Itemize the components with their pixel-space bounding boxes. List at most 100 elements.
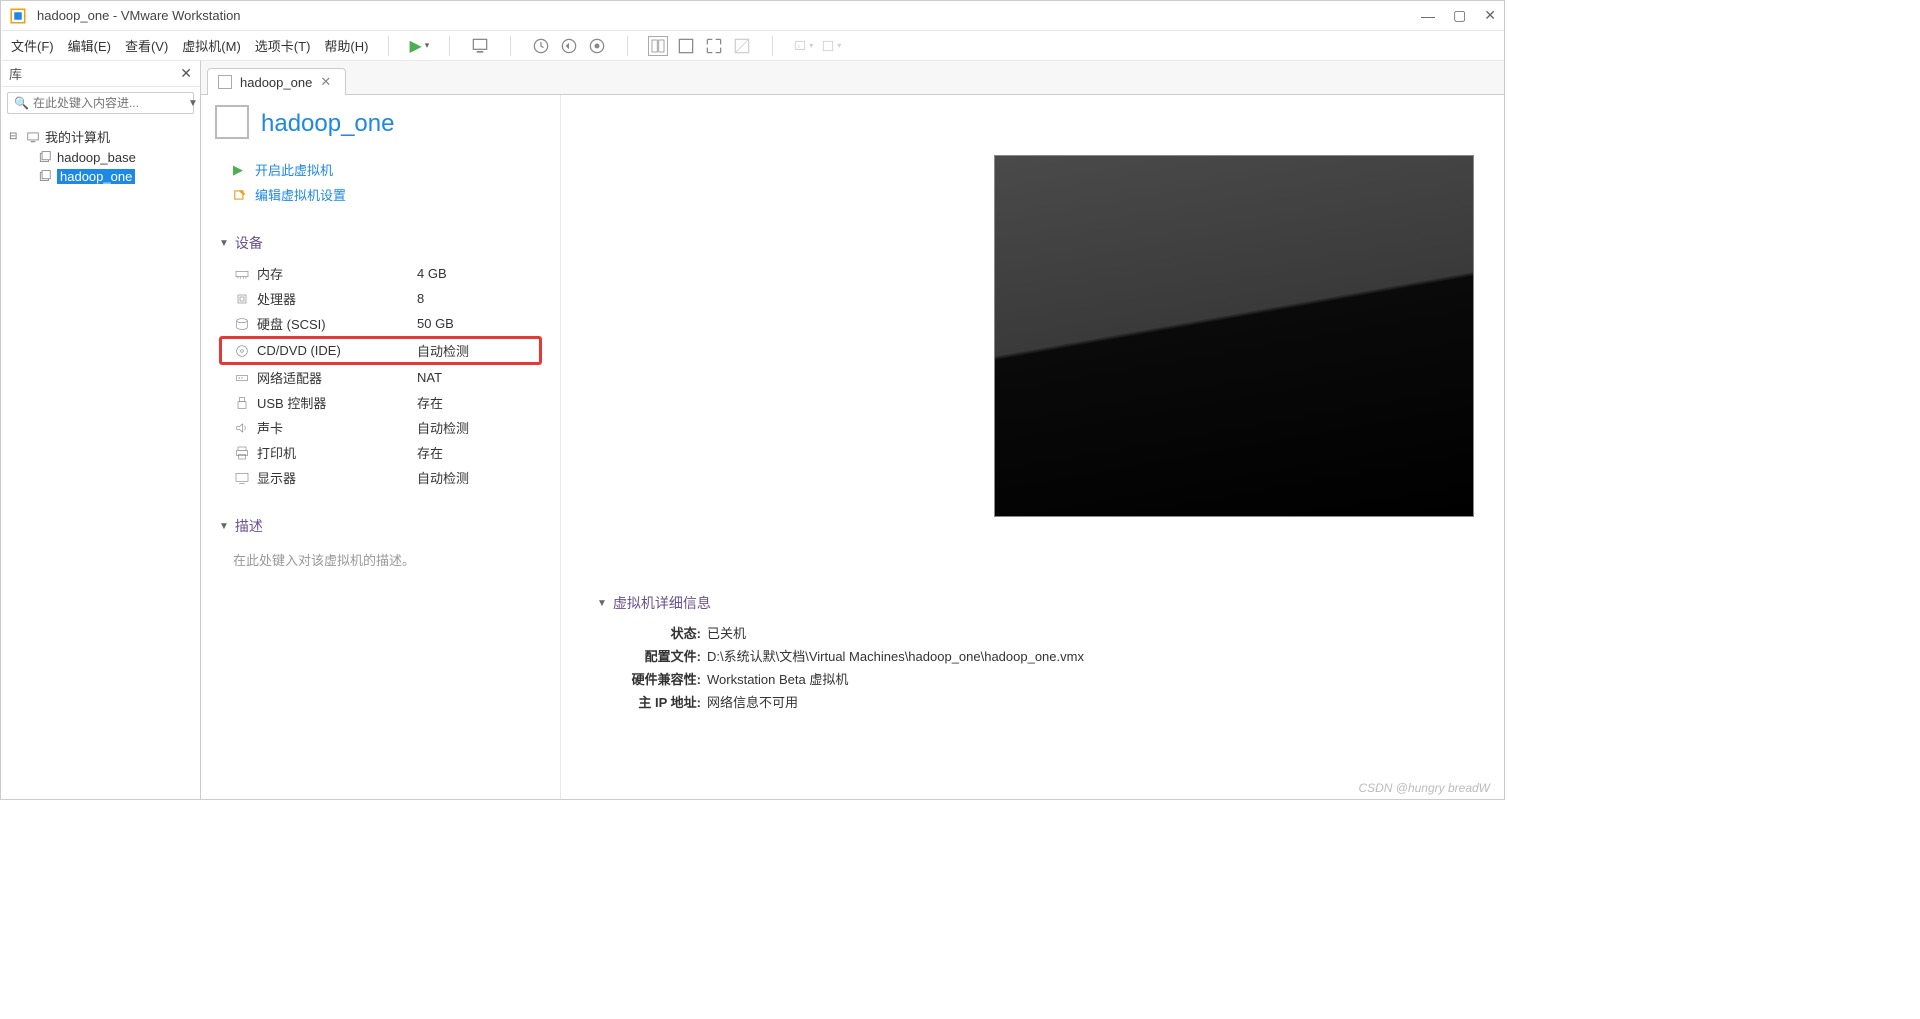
power-on-label: 开启此虚拟机 (255, 160, 333, 179)
app-window: hadoop_one - VMware Workstation — ▢ ✕ 文件… (0, 0, 1505, 800)
tree-item-hadoop-base[interactable]: hadoop_base (5, 148, 196, 167)
window-controls: — ▢ ✕ (1421, 7, 1496, 24)
snapshot-revert-icon[interactable] (559, 36, 579, 56)
unity-icon[interactable] (732, 36, 752, 56)
search-input[interactable] (33, 96, 188, 110)
hw-row-cpu[interactable]: 处理器 8 (219, 286, 542, 311)
description-section-header[interactable]: ▼ 描述 (219, 516, 542, 536)
detail-row-compat: 硬件兼容性: Workstation Beta 虚拟机 (617, 667, 1474, 690)
edit-settings-icon (233, 188, 247, 202)
window-title: hadoop_one - VMware Workstation (37, 8, 1421, 23)
vm-tree: ⊟ 我的计算机 hadoop_base hadoop_one (1, 119, 200, 192)
vm-icon (37, 170, 53, 184)
hw-name: 打印机 (257, 443, 417, 462)
vm-icon (37, 151, 53, 165)
devices-header-label: 设备 (235, 233, 263, 253)
hw-value: 4 GB (417, 266, 447, 281)
hw-value: 自动检测 (417, 418, 469, 437)
tree-item-hadoop-one[interactable]: hadoop_one (5, 167, 196, 186)
menubar: 文件(F) 编辑(E) 查看(V) 虚拟机(M) 选项卡(T) 帮助(H) ▶ (1, 31, 1504, 61)
detail-label: 主 IP 地址: (617, 692, 701, 711)
stretch-icon[interactable] (821, 36, 841, 56)
hw-row-printer[interactable]: 打印机 存在 (219, 440, 542, 465)
detail-row-config: 配置文件: D:\系统认默\文档\Virtual Machines\hadoop… (617, 644, 1474, 667)
sidebar-close-icon[interactable]: ✕ (180, 65, 192, 82)
single-view-icon[interactable] (676, 36, 696, 56)
hw-name: USB 控制器 (257, 393, 417, 412)
detail-label: 状态: (617, 623, 701, 642)
power-on-link[interactable]: ▶ 开启此虚拟机 (219, 157, 542, 182)
vm-tab-icon (218, 75, 232, 89)
toolbar-separator (627, 36, 628, 56)
tile-view-icon[interactable] (648, 36, 668, 56)
menu-help[interactable]: 帮助(H) (324, 36, 368, 55)
detail-row-state: 状态: 已关机 (617, 621, 1474, 644)
sidebar-header: 库 ✕ (1, 61, 200, 87)
hw-row-display[interactable]: 显示器 自动检测 (219, 465, 542, 490)
menu-tabs[interactable]: 选项卡(T) (255, 36, 311, 55)
menu-file[interactable]: 文件(F) (11, 36, 54, 55)
hw-row-cddvd[interactable]: CD/DVD (IDE) 自动检测 (219, 336, 542, 365)
vm-screen-preview[interactable] (994, 155, 1474, 517)
main-area: 库 ✕ 🔍 ▼ ⊟ 我的计算机 hadoop_base (1, 61, 1504, 799)
edit-settings-link[interactable]: 编辑虚拟机设置 (219, 182, 542, 207)
menu-edit[interactable]: 编辑(E) (68, 36, 111, 55)
hw-name: 声卡 (257, 418, 417, 437)
detail-label: 硬件兼容性: (617, 669, 701, 688)
menu-view[interactable]: 查看(V) (125, 36, 168, 55)
vm-left-column: hadoop_one ▶ 开启此虚拟机 编辑虚拟机设置 ▼ 设备 (201, 95, 561, 799)
tree-item-label: hadoop_one (57, 169, 135, 184)
hw-row-network[interactable]: 网络适配器 NAT (219, 365, 542, 390)
cd-icon (233, 343, 251, 359)
vm-large-icon (219, 109, 249, 139)
snapshot-take-icon[interactable] (531, 36, 551, 56)
hw-row-sound[interactable]: 声卡 自动检测 (219, 415, 542, 440)
search-icon: 🔍 (14, 96, 29, 110)
hw-value: 存在 (417, 443, 443, 462)
send-ctrl-alt-del-icon[interactable] (470, 36, 490, 56)
description-placeholder[interactable]: 在此处键入对该虚拟机的描述。 (219, 544, 542, 569)
details-section-header[interactable]: ▼ 虚拟机详细信息 (591, 593, 1474, 613)
hw-row-usb[interactable]: USB 控制器 存在 (219, 390, 542, 415)
collapse-triangle-icon: ▼ (219, 521, 229, 532)
library-search[interactable]: 🔍 ▼ (7, 92, 194, 114)
fullscreen-icon[interactable] (704, 36, 724, 56)
library-sidebar: 库 ✕ 🔍 ▼ ⊟ 我的计算机 hadoop_base (1, 61, 201, 799)
hw-value: 自动检测 (417, 341, 469, 360)
power-on-button[interactable]: ▶ (409, 36, 429, 56)
toolbar-separator (449, 36, 450, 56)
titlebar: hadoop_one - VMware Workstation — ▢ ✕ (1, 1, 1504, 31)
devices-section-header[interactable]: ▼ 设备 (219, 233, 542, 253)
collapse-triangle-icon: ▼ (219, 238, 229, 249)
collapse-icon[interactable]: ⊟ (9, 131, 21, 142)
detail-value: 已关机 (707, 623, 746, 642)
snapshot-manage-icon[interactable] (587, 36, 607, 56)
menu-vm[interactable]: 虚拟机(M) (182, 36, 241, 55)
computer-icon (25, 130, 41, 144)
search-dropdown-icon[interactable]: ▼ (188, 98, 198, 109)
vm-title-row: hadoop_one (219, 109, 542, 139)
minimize-button[interactable]: — (1421, 8, 1435, 24)
detail-value: D:\系统认默\文档\Virtual Machines\hadoop_one\h… (707, 646, 1084, 665)
console-icon[interactable] (793, 36, 813, 56)
hw-row-disk[interactable]: 硬盘 (SCSI) 50 GB (219, 311, 542, 336)
tab-hadoop-one[interactable]: hadoop_one ✕ (207, 68, 346, 95)
hw-row-memory[interactable]: 内存 4 GB (219, 261, 542, 286)
watermark-text: CSDN @hungry breadW (1358, 781, 1490, 795)
description-header-label: 描述 (235, 516, 263, 536)
tree-root-label: 我的计算机 (45, 127, 110, 146)
close-button[interactable]: ✕ (1484, 7, 1496, 24)
cpu-icon (233, 291, 251, 307)
network-icon (233, 370, 251, 386)
edit-settings-label: 编辑虚拟机设置 (255, 185, 346, 204)
detail-value: 网络信息不可用 (707, 692, 798, 711)
maximize-button[interactable]: ▢ (1453, 7, 1466, 24)
tab-close-icon[interactable]: ✕ (320, 74, 331, 90)
hw-value: 8 (417, 291, 424, 306)
tree-root-my-computer[interactable]: ⊟ 我的计算机 (5, 125, 196, 148)
detail-value: Workstation Beta 虚拟机 (707, 669, 848, 688)
content-area: hadoop_one ✕ hadoop_one ▶ 开启此虚拟机 (201, 61, 1504, 799)
collapse-triangle-icon: ▼ (597, 598, 607, 609)
vm-name-heading: hadoop_one (261, 110, 394, 138)
display-icon (233, 470, 251, 486)
